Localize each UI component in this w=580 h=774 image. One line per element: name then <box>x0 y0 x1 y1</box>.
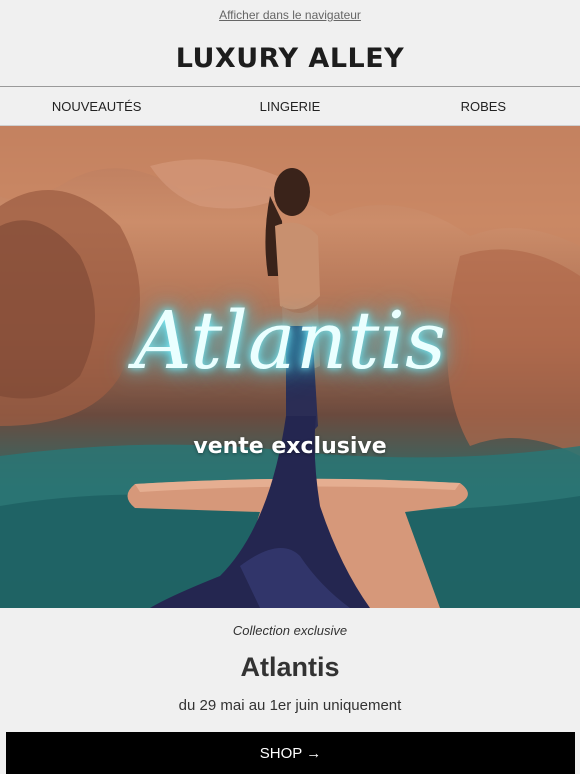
hero-title: Atlantis <box>133 294 447 387</box>
collection-headline: Atlantis <box>240 652 340 682</box>
shop-button[interactable]: SHOP → <box>6 732 575 774</box>
nav-item-lingerie[interactable]: LINGERIE <box>193 99 386 114</box>
main-nav: NOUVEAUTÉS LINGERIE ROBES <box>0 86 580 126</box>
brand-header: LUXURY ALLEY <box>0 30 580 86</box>
view-in-browser-link[interactable]: Afficher dans le navigateur <box>219 8 361 22</box>
collection-eyebrow: Collection exclusive <box>232 623 348 638</box>
top-bar: Afficher dans le navigateur <box>0 0 580 30</box>
nav-item-robes[interactable]: ROBES <box>387 99 580 114</box>
hero-subtitle: vente exclusive <box>193 434 387 459</box>
sale-dates: du 29 mai au 1er juin uniquement <box>178 697 402 714</box>
hero-banner[interactable]: Atlantis vente exclusive <box>0 126 580 608</box>
nav-item-nouveautes[interactable]: NOUVEAUTÉS <box>0 99 193 114</box>
brand-logo[interactable]: LUXURY ALLEY <box>176 43 404 74</box>
